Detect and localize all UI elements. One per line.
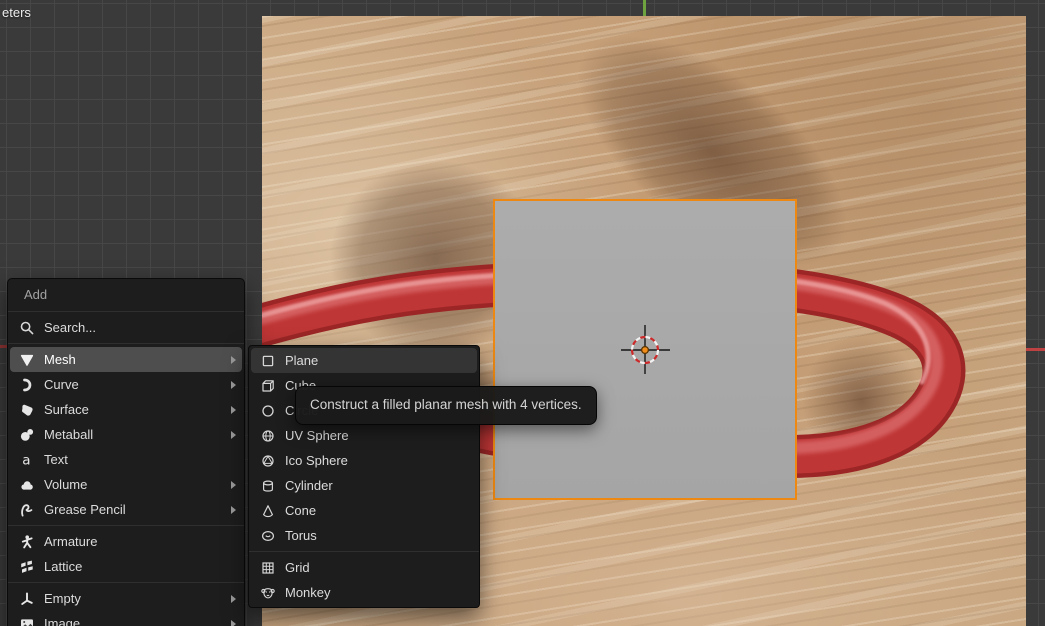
submenu-item-label: Monkey (285, 585, 471, 600)
add-menu-title: Add (8, 279, 244, 308)
menu-item-label: Image (44, 616, 222, 626)
add-menu: Add Search... Mesh Curve (7, 278, 245, 626)
submenu-item-label: UV Sphere (285, 428, 471, 443)
y-axis-line (643, 0, 646, 17)
tooltip: Construct a filled planar mesh with 4 ve… (295, 386, 597, 425)
menu-item-label: Grease Pencil (44, 502, 222, 517)
surface-icon (18, 401, 35, 418)
menu-item-label: Mesh (44, 352, 222, 367)
menu-item-label: Search... (44, 320, 222, 335)
menu-item-label: Lattice (44, 559, 222, 574)
menu-separator (8, 311, 244, 312)
monkey-icon (259, 584, 276, 601)
menu-item-label: Text (44, 452, 222, 467)
submenu-item-cone[interactable]: Cone (251, 498, 477, 523)
submenu-item-grid[interactable]: Grid (251, 555, 477, 580)
submenu-item-label: Torus (285, 528, 471, 543)
menu-separator (8, 582, 244, 583)
torus-icon (259, 527, 276, 544)
submenu-item-uv-sphere[interactable]: UV Sphere (251, 423, 477, 448)
image-icon (18, 615, 35, 626)
text-icon: a (18, 451, 35, 468)
submenu-arrow-icon (231, 356, 236, 364)
cone-icon (259, 502, 276, 519)
menu-item-label: Metaball (44, 427, 222, 442)
plane-icon (259, 352, 276, 369)
submenu-item-plane[interactable]: Plane (251, 348, 477, 373)
armature-icon (18, 533, 35, 550)
submenu-arrow-icon (231, 481, 236, 489)
volume-icon (18, 476, 35, 493)
menu-item-curve[interactable]: Curve (10, 372, 242, 397)
submenu-item-cylinder[interactable]: Cylinder (251, 473, 477, 498)
submenu-arrow-icon (231, 431, 236, 439)
menu-separator (8, 343, 244, 344)
viewport-overlay-text: eters (2, 5, 31, 20)
submenu-item-label: Cylinder (285, 478, 471, 493)
menu-item-lattice[interactable]: Lattice (10, 554, 242, 579)
ico-sphere-icon (259, 452, 276, 469)
menu-item-label: Empty (44, 591, 222, 606)
submenu-item-label: Cone (285, 503, 471, 518)
mesh-submenu: Plane Cube Circle UV Sphere Ico Sphere (248, 345, 480, 608)
submenu-item-monkey[interactable]: Monkey (251, 580, 477, 605)
menu-item-grease-pencil[interactable]: Grease Pencil (10, 497, 242, 522)
lattice-icon (18, 558, 35, 575)
submenu-arrow-icon (231, 595, 236, 603)
menu-item-mesh[interactable]: Mesh (10, 347, 242, 372)
grid-icon (259, 559, 276, 576)
submenu-arrow-icon (231, 381, 236, 389)
circle-icon (259, 402, 276, 419)
menu-item-label: Surface (44, 402, 222, 417)
menu-item-volume[interactable]: Volume (10, 472, 242, 497)
menu-item-label: Armature (44, 534, 222, 549)
x-axis-line-left (0, 345, 7, 348)
submenu-arrow-icon (231, 506, 236, 514)
submenu-arrow-icon (231, 406, 236, 414)
menu-item-image[interactable]: Image (10, 611, 242, 626)
menu-item-label: Volume (44, 477, 222, 492)
menu-separator (249, 551, 479, 552)
submenu-item-label: Grid (285, 560, 471, 575)
submenu-item-label: Plane (285, 353, 471, 368)
submenu-item-ico-sphere[interactable]: Ico Sphere (251, 448, 477, 473)
cube-icon (259, 377, 276, 394)
submenu-arrow-icon (231, 620, 236, 626)
mesh-icon (18, 351, 35, 368)
menu-item-surface[interactable]: Surface (10, 397, 242, 422)
menu-item-armature[interactable]: Armature (10, 529, 242, 554)
submenu-item-label: Ico Sphere (285, 453, 471, 468)
svg-text:a: a (22, 452, 30, 467)
menu-item-text[interactable]: a Text (10, 447, 242, 472)
cylinder-icon (259, 477, 276, 494)
blender-window: eters Add Search... (0, 0, 1045, 626)
uv-sphere-icon (259, 427, 276, 444)
menu-item-empty[interactable]: Empty (10, 586, 242, 611)
submenu-item-torus[interactable]: Torus (251, 523, 477, 548)
menu-separator (8, 525, 244, 526)
metaball-icon (18, 426, 35, 443)
curve-icon (18, 376, 35, 393)
search-icon (18, 319, 35, 336)
grease-pencil-icon (18, 501, 35, 518)
menu-item-metaball[interactable]: Metaball (10, 422, 242, 447)
menu-item-search[interactable]: Search... (10, 315, 242, 340)
menu-item-label: Curve (44, 377, 222, 392)
empty-axes-icon (18, 590, 35, 607)
x-axis-line-right (1026, 348, 1045, 351)
3d-cursor (615, 320, 675, 380)
